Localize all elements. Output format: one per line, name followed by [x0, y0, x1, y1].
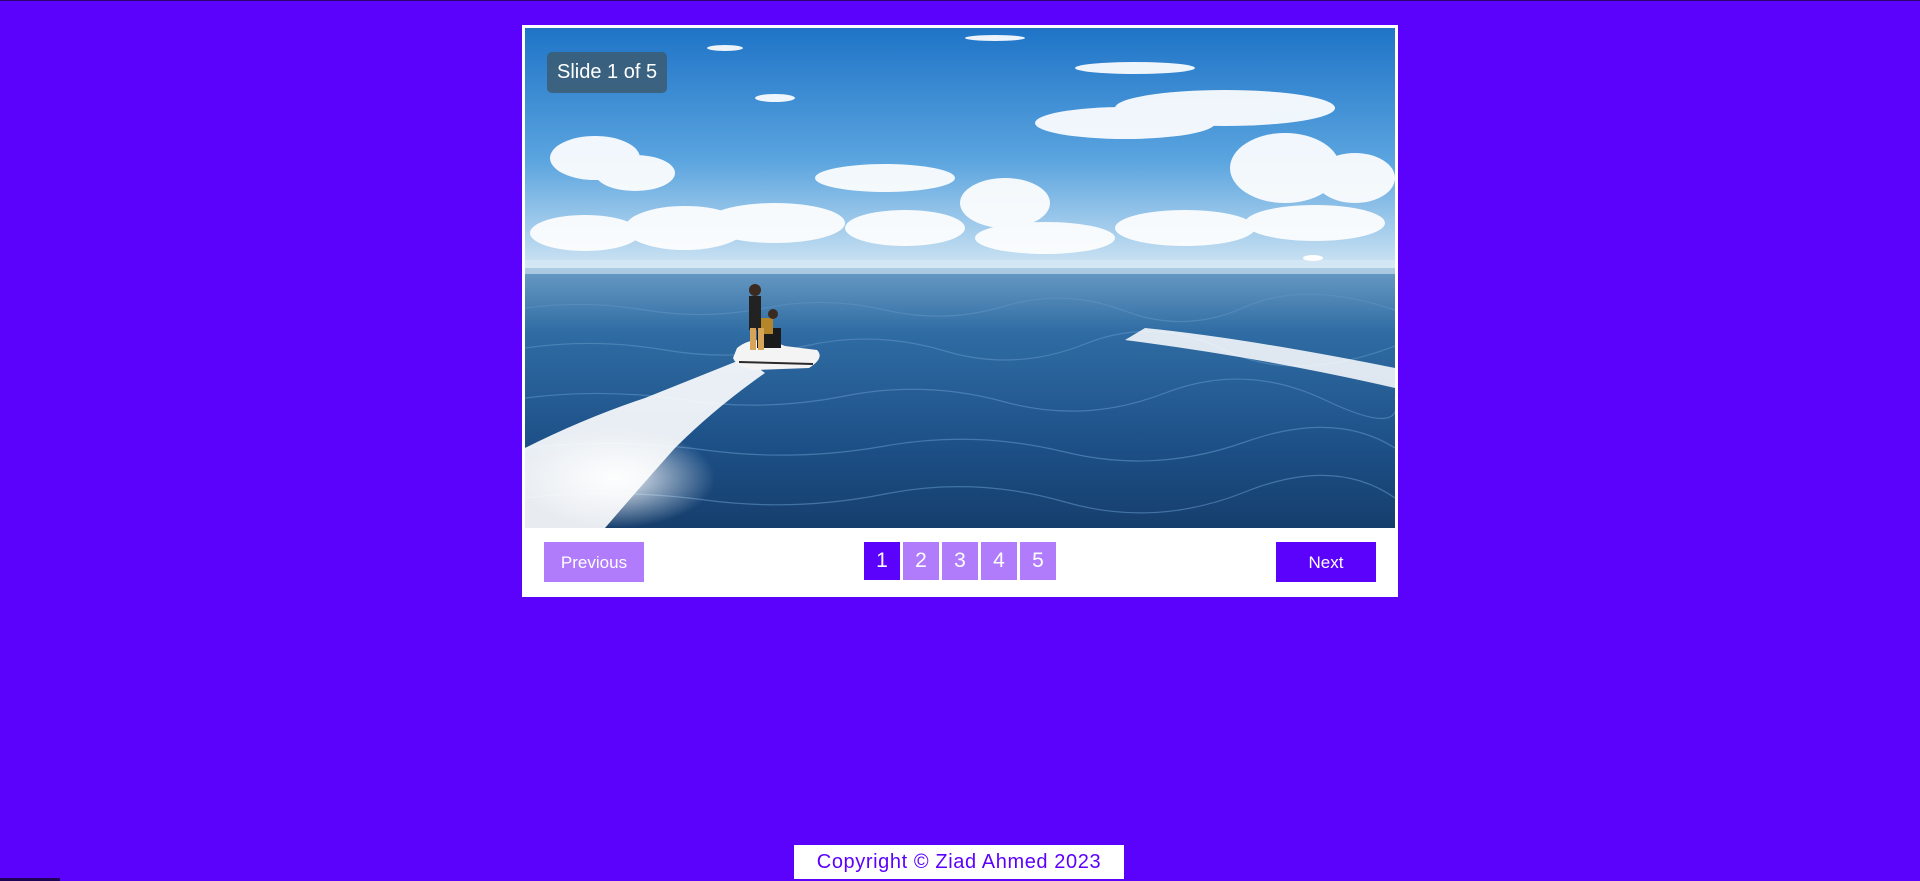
page-button-3[interactable]: 3: [942, 542, 978, 580]
page-button-5[interactable]: 5: [1020, 542, 1056, 580]
slider-controls: Previous 1 2 3 4 5 Next: [522, 528, 1398, 597]
slide-image: Slide 1 of 5: [525, 28, 1395, 528]
page-button-2[interactable]: 2: [903, 542, 939, 580]
next-button[interactable]: Next: [1276, 542, 1376, 582]
slide-counter: Slide 1 of 5: [547, 52, 668, 93]
page-button-4[interactable]: 4: [981, 542, 1017, 580]
pagination: 1 2 3 4 5: [864, 542, 1056, 580]
image-slider: Slide 1 of 5 Previous 1 2 3 4 5 Next: [522, 25, 1398, 597]
jet-ski-ocean-photo: [525, 28, 1395, 528]
top-border: [0, 0, 1920, 1]
previous-button[interactable]: Previous: [544, 542, 644, 582]
page-button-1[interactable]: 1: [864, 542, 900, 580]
copyright-footer: Copyright © Ziad Ahmed 2023: [794, 845, 1124, 879]
